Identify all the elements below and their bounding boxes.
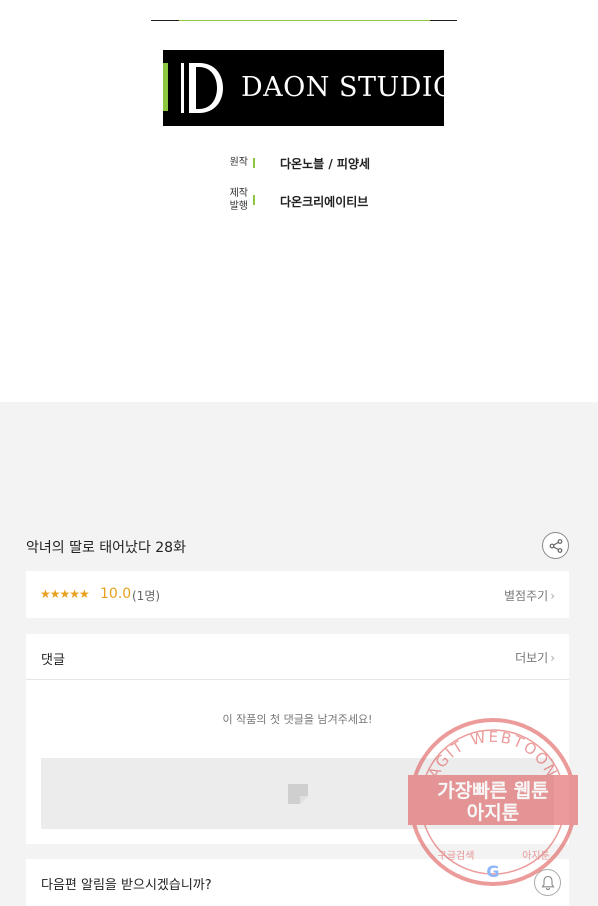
rating-stars: ★★★★★	[40, 587, 90, 601]
comments-card: 댓글 더보기 › 이 작품의 첫 댓글을 남겨주세요!	[26, 634, 569, 844]
credit-label: 원작	[229, 157, 248, 168]
comments-more-button[interactable]: 더보기 ›	[515, 649, 555, 666]
credits-panel: DAON STUDIO 원작 다온노블 / 피양세 제작 발행 다온크리에이티브	[0, 0, 598, 402]
notify-card: 다음편 알림을 받으시겠습니까?	[26, 859, 569, 906]
logo-accent-bar	[163, 63, 168, 111]
chevron-right-icon: ›	[550, 651, 555, 665]
credit-separator	[253, 158, 255, 168]
credit-value: 다온노블 / 피양세	[280, 157, 371, 171]
rating-count: (1명)	[132, 589, 161, 603]
comments-title: 댓글	[41, 653, 65, 668]
divider-line	[151, 20, 457, 21]
credit-label: 제작 발행	[229, 188, 248, 212]
more-label: 더보기	[515, 651, 549, 665]
rating-card: ★★★★★ 10.0 (1명) 별점주기 ›	[26, 571, 569, 618]
comments-header: 댓글 더보기 ›	[26, 634, 569, 680]
studio-logo: DAON STUDIO	[163, 50, 455, 126]
chevron-right-icon: ›	[550, 589, 555, 603]
notify-bell-button[interactable]	[534, 869, 561, 896]
rate-label: 별점주기	[504, 589, 549, 603]
credit-separator	[253, 195, 255, 205]
image-placeholder-icon	[288, 784, 308, 804]
rating-score: 10.0	[100, 586, 132, 602]
rate-button[interactable]: 별점주기 ›	[504, 587, 555, 604]
notify-question: 다음편 알림을 받으시겠습니까?	[41, 878, 212, 893]
logo-d-mark	[181, 63, 223, 113]
bell-icon	[541, 875, 555, 891]
empty-comments-message: 이 작품의 첫 댓글을 남겨주세요!	[222, 713, 373, 726]
ad-placeholder	[41, 758, 554, 829]
credit-row-original: 원작 다온노블 / 피양세	[0, 152, 598, 182]
share-button[interactable]	[542, 532, 569, 559]
logo-wordmark: DAON STUDIO	[241, 72, 456, 103]
credit-row-production: 제작 발행 다온크리에이티브	[0, 186, 598, 216]
episode-title: 악녀의 딸로 태어났다 28화	[26, 540, 186, 556]
share-icon	[549, 539, 563, 553]
credit-value: 다온크리에이티브	[280, 195, 369, 209]
